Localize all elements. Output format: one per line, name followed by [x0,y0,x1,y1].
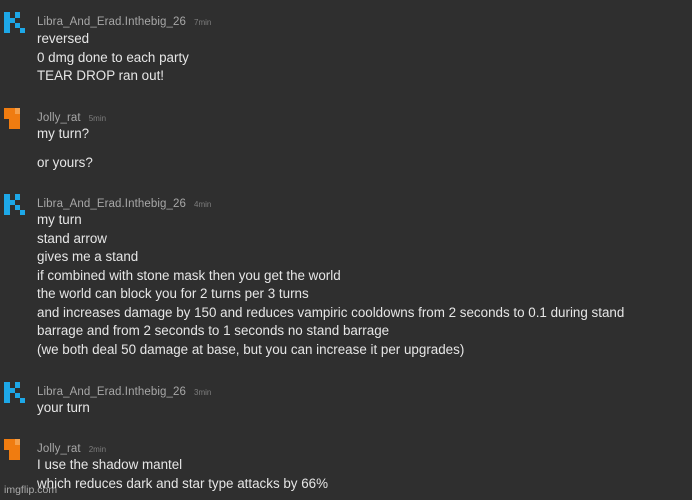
username[interactable]: Jolly_rat [37,112,81,124]
blue-pixel-avatar-icon[interactable] [4,194,25,215]
message-line: barrage and from 2 seconds to 1 seconds … [37,323,390,338]
message-line: 0 dmg done to each party [37,49,189,65]
orange-pixel-avatar-icon[interactable] [4,108,25,129]
message-line: my turn [37,212,82,227]
message-header: Jolly_rat 2min [37,439,106,455]
timestamp: 3min [194,388,212,397]
message-line: TEAR DROP ran out! [37,68,165,83]
message-line: your turn [37,400,90,415]
message-body: your turn [37,399,687,418]
message-body: my turn? [37,125,687,144]
username[interactable]: Jolly_rat [37,443,81,455]
username[interactable]: Libra_And_Erad.Inthebig_26 [37,386,186,398]
message-header: Libra_And_Erad.Inthebig_26 3min [37,382,211,398]
imgflip-watermark: imgflip.com [4,484,58,496]
timestamp: 7min [194,18,212,27]
chat-log: Libra_And_Erad.Inthebig_26 7min reversed … [0,0,692,500]
timestamp: 2min [88,445,107,454]
message-line: stand arrow [37,230,107,246]
timestamp: 4min [194,200,212,209]
message-header: Jolly_rat 5min [37,108,106,124]
message-body: my turn stand arrow gives me a stand if … [37,211,687,359]
message-body: I use the shadow mantel which reduces da… [37,456,687,493]
message-body: reversed 0 dmg done to each party TEAR D… [37,30,687,86]
message-followup: or yours? [37,154,687,173]
username[interactable]: Libra_And_Erad.Inthebig_26 [37,16,186,28]
orange-pixel-avatar-icon[interactable] [4,439,25,460]
timestamp: 5min [88,114,107,123]
message-line: the world can block you for 2 turns per … [37,286,309,301]
message-line: gives me a stand [37,249,139,264]
message-header: Libra_And_Erad.Inthebig_26 7min [37,12,211,28]
message-header: Libra_And_Erad.Inthebig_26 4min [37,194,211,210]
message-line: and increases damage by 150 and reduces … [37,304,625,320]
blue-pixel-avatar-icon[interactable] [4,12,25,33]
username[interactable]: Libra_And_Erad.Inthebig_26 [37,198,186,210]
message-line: which reduces dark and star type attacks… [37,475,329,491]
blue-pixel-avatar-icon[interactable] [4,382,25,403]
message-line: if combined with stone mask then you get… [37,267,341,283]
message-line: my turn? [37,126,90,141]
message-line: reversed [37,31,90,46]
message-line: I use the shadow mantel [37,457,183,472]
message-line: or yours? [37,155,93,170]
message-line: (we both deal 50 damage at base, but you… [37,341,465,357]
